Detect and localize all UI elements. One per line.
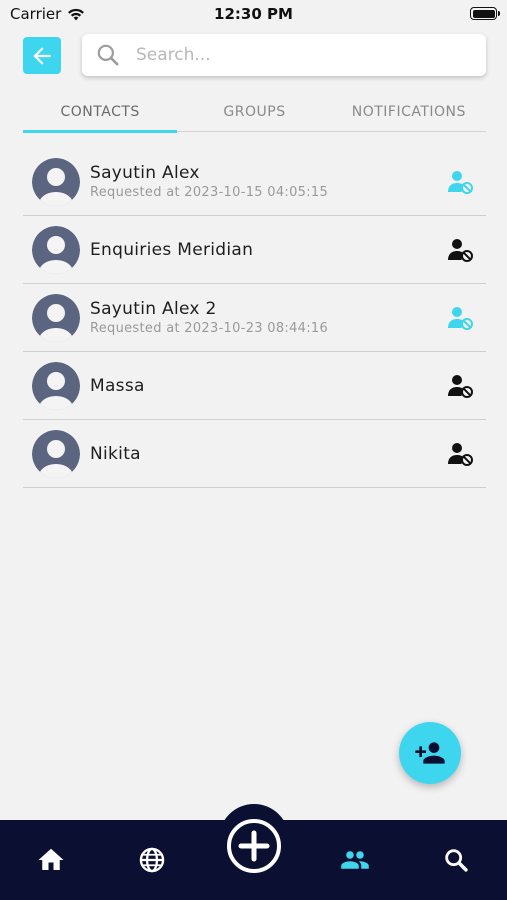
avatar <box>32 157 80 206</box>
back-button[interactable] <box>23 37 61 74</box>
contact-name: Sayutin Alex 2 <box>90 299 217 319</box>
status-time: 12:30 PM <box>214 5 293 23</box>
search-bar[interactable] <box>82 34 486 76</box>
contact-name: Nikita <box>90 443 141 464</box>
nav-contacts[interactable] <box>337 842 373 878</box>
nav-search[interactable] <box>438 842 474 878</box>
add-circle-icon <box>227 819 281 873</box>
search-input[interactable] <box>136 45 456 65</box>
search-icon <box>94 41 122 69</box>
contact-row[interactable]: Enquiries Meridian <box>23 216 486 284</box>
avatar <box>32 429 80 478</box>
avatar <box>32 293 80 342</box>
person-blocked-icon[interactable] <box>446 168 474 196</box>
contact-list: Sayutin Alex Requested at 2023-10-15 04:… <box>23 148 486 488</box>
people-icon <box>341 851 369 869</box>
add-person-icon <box>415 742 445 764</box>
add-contact-button[interactable] <box>399 722 461 784</box>
contact-row[interactable]: Sayutin Alex Requested at 2023-10-15 04:… <box>23 148 486 216</box>
search-icon <box>445 849 468 872</box>
nav-add-button[interactable] <box>226 818 282 874</box>
contact-request-time: Requested at 2023-10-23 08:44:16 <box>90 321 329 336</box>
person-blocked-icon[interactable] <box>446 440 474 468</box>
person-blocked-icon[interactable] <box>446 304 474 332</box>
contact-name: Sayutin Alex <box>90 163 200 183</box>
contact-name: Massa <box>90 375 145 396</box>
nav-home[interactable] <box>33 842 69 878</box>
contact-request-time: Requested at 2023-10-15 04:05:15 <box>90 185 329 200</box>
contact-row[interactable]: Nikita <box>23 420 486 488</box>
avatar <box>32 361 80 410</box>
tab-notifications[interactable]: NOTIFICATIONS <box>332 100 486 131</box>
globe-icon <box>139 847 165 873</box>
contact-row[interactable]: Massa <box>23 352 486 420</box>
contact-row[interactable]: Sayutin Alex 2 Requested at 2023-10-23 0… <box>23 284 486 352</box>
status-bar: Carrier 12:30 PM <box>0 0 507 28</box>
nav-globe[interactable] <box>134 842 170 878</box>
tab-groups[interactable]: GROUPS <box>177 100 331 131</box>
avatar <box>32 225 80 274</box>
arrow-left-icon <box>33 46 51 65</box>
tab-bar: CONTACTS GROUPS NOTIFICATIONS <box>23 100 486 133</box>
contact-name: Enquiries Meridian <box>90 239 254 260</box>
person-blocked-icon[interactable] <box>446 372 474 400</box>
tab-contacts[interactable]: CONTACTS <box>23 100 178 133</box>
home-icon <box>38 848 64 870</box>
battery-icon <box>470 7 500 20</box>
person-blocked-icon[interactable] <box>446 236 474 264</box>
